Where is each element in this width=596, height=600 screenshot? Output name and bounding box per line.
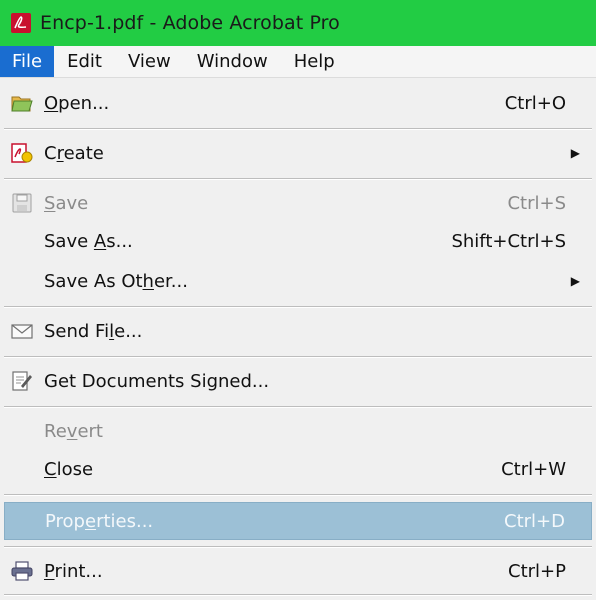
menu-item-get-documents-signed[interactable]: Get Documents Signed... <box>4 362 592 400</box>
menu-item-create[interactable]: Create ▶ <box>4 134 592 172</box>
envelope-icon <box>11 324 33 339</box>
menu-item-send-file[interactable]: Send File... <box>4 312 592 350</box>
open-folder-icon <box>11 96 33 112</box>
menu-item-label: Save As... <box>44 230 133 252</box>
file-menu-dropdown: Open... Ctrl+O Create ▶ Save Ctrl+S Save… <box>0 78 596 600</box>
menu-item-close[interactable]: Close Ctrl+W <box>4 450 592 488</box>
menu-item-open[interactable]: Open... Ctrl+O <box>4 84 592 122</box>
menu-separator <box>4 306 592 308</box>
menu-item-save[interactable]: Save Ctrl+S <box>4 184 592 222</box>
menu-view[interactable]: View <box>115 46 184 77</box>
menu-item-label: Properties... <box>45 510 154 532</box>
shortcut-label: Ctrl+O <box>504 92 566 114</box>
menu-item-label: Close <box>44 458 94 480</box>
menu-item-properties[interactable]: Properties... Ctrl+D <box>4 502 592 540</box>
menu-item-save-as[interactable]: Save As... Shift+Ctrl+S <box>4 222 592 260</box>
submenu-arrow-icon: ▶ <box>570 146 580 160</box>
sign-document-icon <box>12 371 32 391</box>
menu-separator <box>4 546 592 548</box>
menu-window[interactable]: Window <box>184 46 281 77</box>
window-title: Encp-1.pdf - Adobe Acrobat Pro <box>40 12 340 34</box>
menu-separator <box>4 128 592 130</box>
shortcut-label: Ctrl+S <box>507 192 566 214</box>
menu-item-print[interactable]: Print... Ctrl+P <box>4 552 592 590</box>
menu-item-label: Revert <box>44 420 103 442</box>
menu-separator <box>4 594 592 596</box>
menu-help[interactable]: Help <box>281 46 348 77</box>
menu-item-label: Print... <box>44 560 103 582</box>
menu-separator <box>4 406 592 408</box>
shortcut-label: Ctrl+D <box>504 510 565 532</box>
menu-separator <box>4 494 592 496</box>
menu-bar: File Edit View Window Help <box>0 46 596 78</box>
menu-item-label: Open... <box>44 92 110 114</box>
menu-separator <box>4 178 592 180</box>
create-pdf-icon <box>11 143 33 163</box>
menu-item-label: Save <box>44 192 89 214</box>
menu-item-label: Send File... <box>44 320 143 342</box>
shortcut-label: Ctrl+P <box>508 560 566 582</box>
title-bar: Encp-1.pdf - Adobe Acrobat Pro <box>0 0 596 46</box>
menu-file[interactable]: File <box>0 46 55 77</box>
menu-item-label: Get Documents Signed... <box>44 370 270 392</box>
acrobat-app-icon <box>11 13 31 33</box>
menu-item-revert[interactable]: Revert <box>4 412 592 450</box>
save-disk-icon <box>12 193 32 213</box>
printer-icon <box>11 561 33 581</box>
menu-item-label: Save As Other... <box>44 270 188 292</box>
menu-item-label: Create <box>44 142 104 164</box>
menu-separator <box>4 356 592 358</box>
shortcut-label: Shift+Ctrl+S <box>451 230 566 252</box>
menu-edit[interactable]: Edit <box>54 46 115 77</box>
shortcut-label: Ctrl+W <box>501 458 566 480</box>
menu-item-save-as-other[interactable]: Save As Other... ▶ <box>4 262 592 300</box>
submenu-arrow-icon: ▶ <box>570 274 580 288</box>
